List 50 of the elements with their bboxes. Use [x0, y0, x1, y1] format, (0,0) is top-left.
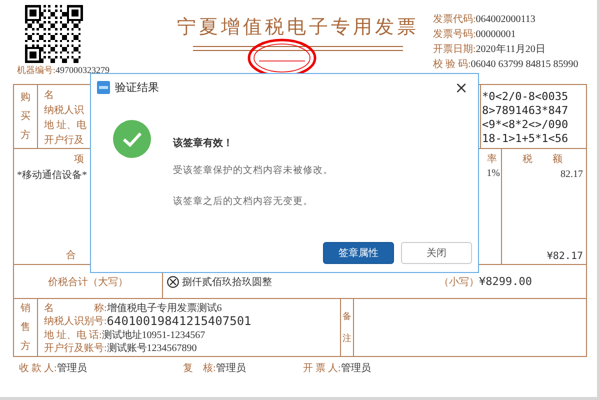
status-message: 受该签章保护的文档内容未被修改。 [173, 164, 333, 177]
qr-code [25, 5, 83, 63]
invoice-title: 宁夏增值税电子专用发票 [177, 16, 419, 40]
tax-amount: 82.17 [560, 169, 583, 180]
signature-field: 收 款 人:管理员 [19, 361, 183, 375]
column-header: 率 [487, 152, 497, 166]
field-label: 纳税人识 [44, 104, 84, 118]
signature-field: 开 票 人:管理员 [303, 361, 467, 375]
app-icon [97, 80, 110, 94]
side-label: 销售方 [20, 302, 30, 354]
field-label: 地 址、电 话: [44, 328, 102, 342]
cipher-text: *0<2/0-8<0035 [482, 90, 570, 103]
remarks-label: 备注 [342, 310, 352, 344]
properties-button[interactable]: 签章属性 [323, 242, 394, 264]
dialog-title: 验证结果 [115, 80, 159, 94]
total-tax: ¥82.17 [546, 251, 583, 262]
field-label: 开户行及账号: [44, 342, 107, 356]
status-message: 该签章之后的文档内容无变更。 [173, 195, 314, 208]
side-label: 购买方 [20, 91, 30, 143]
total-label: 合 [66, 249, 76, 263]
field-label: 名 称: [44, 302, 107, 315]
field-label: 开户行及 [44, 134, 84, 148]
item-name: *移动通信设备* [17, 168, 87, 182]
amount-in-figures: （小写）¥8299.00 [439, 274, 532, 288]
invoice-info: 校 验 码:06040 63799 84815 85990 [433, 58, 578, 70]
invoice-info: 发票代码:064002000113 [433, 13, 536, 25]
total-label: 价税合计（大写） [48, 276, 128, 288]
invoice-info: 发票号码:00000001 [433, 28, 517, 40]
tax-rate: 1% [486, 168, 500, 181]
field-value: 测试账号1234567890 [106, 342, 197, 356]
field-label: 纳税人识别号: [44, 314, 107, 328]
column-header: 税 额 [522, 152, 564, 166]
machine-number: 机器编号:497000323279 [17, 64, 111, 77]
field-value: 测试地址10951-1234567 [102, 328, 206, 342]
check-icon [113, 120, 151, 158]
amount-in-words: 捌仟贰佰玖拾玖圆整 [182, 276, 272, 288]
column-header: 项 [74, 153, 84, 166]
close-button[interactable]: × [450, 78, 472, 96]
cipher-text: 18-1>1+5*1<56 [482, 132, 570, 145]
field-value: 增值税电子专用发票测试6 [106, 302, 222, 315]
close-dialog-button[interactable]: 关闭 [401, 242, 472, 264]
field-value: 64010019841215407501 [106, 314, 252, 328]
cipher-text: <9*<8*2<>/090 [482, 118, 570, 131]
signature-field: 复 核:管理员 [183, 361, 303, 375]
field-label: 地 址、电 [44, 118, 86, 133]
field-label: 名 [44, 89, 54, 103]
cipher-text: 8>7891463*847 [482, 104, 570, 117]
circled-x-icon [167, 276, 179, 288]
status-heading: 该签章有效！ [173, 136, 234, 150]
invoice-info: 开票日期:2020年11月20日 [433, 42, 546, 55]
